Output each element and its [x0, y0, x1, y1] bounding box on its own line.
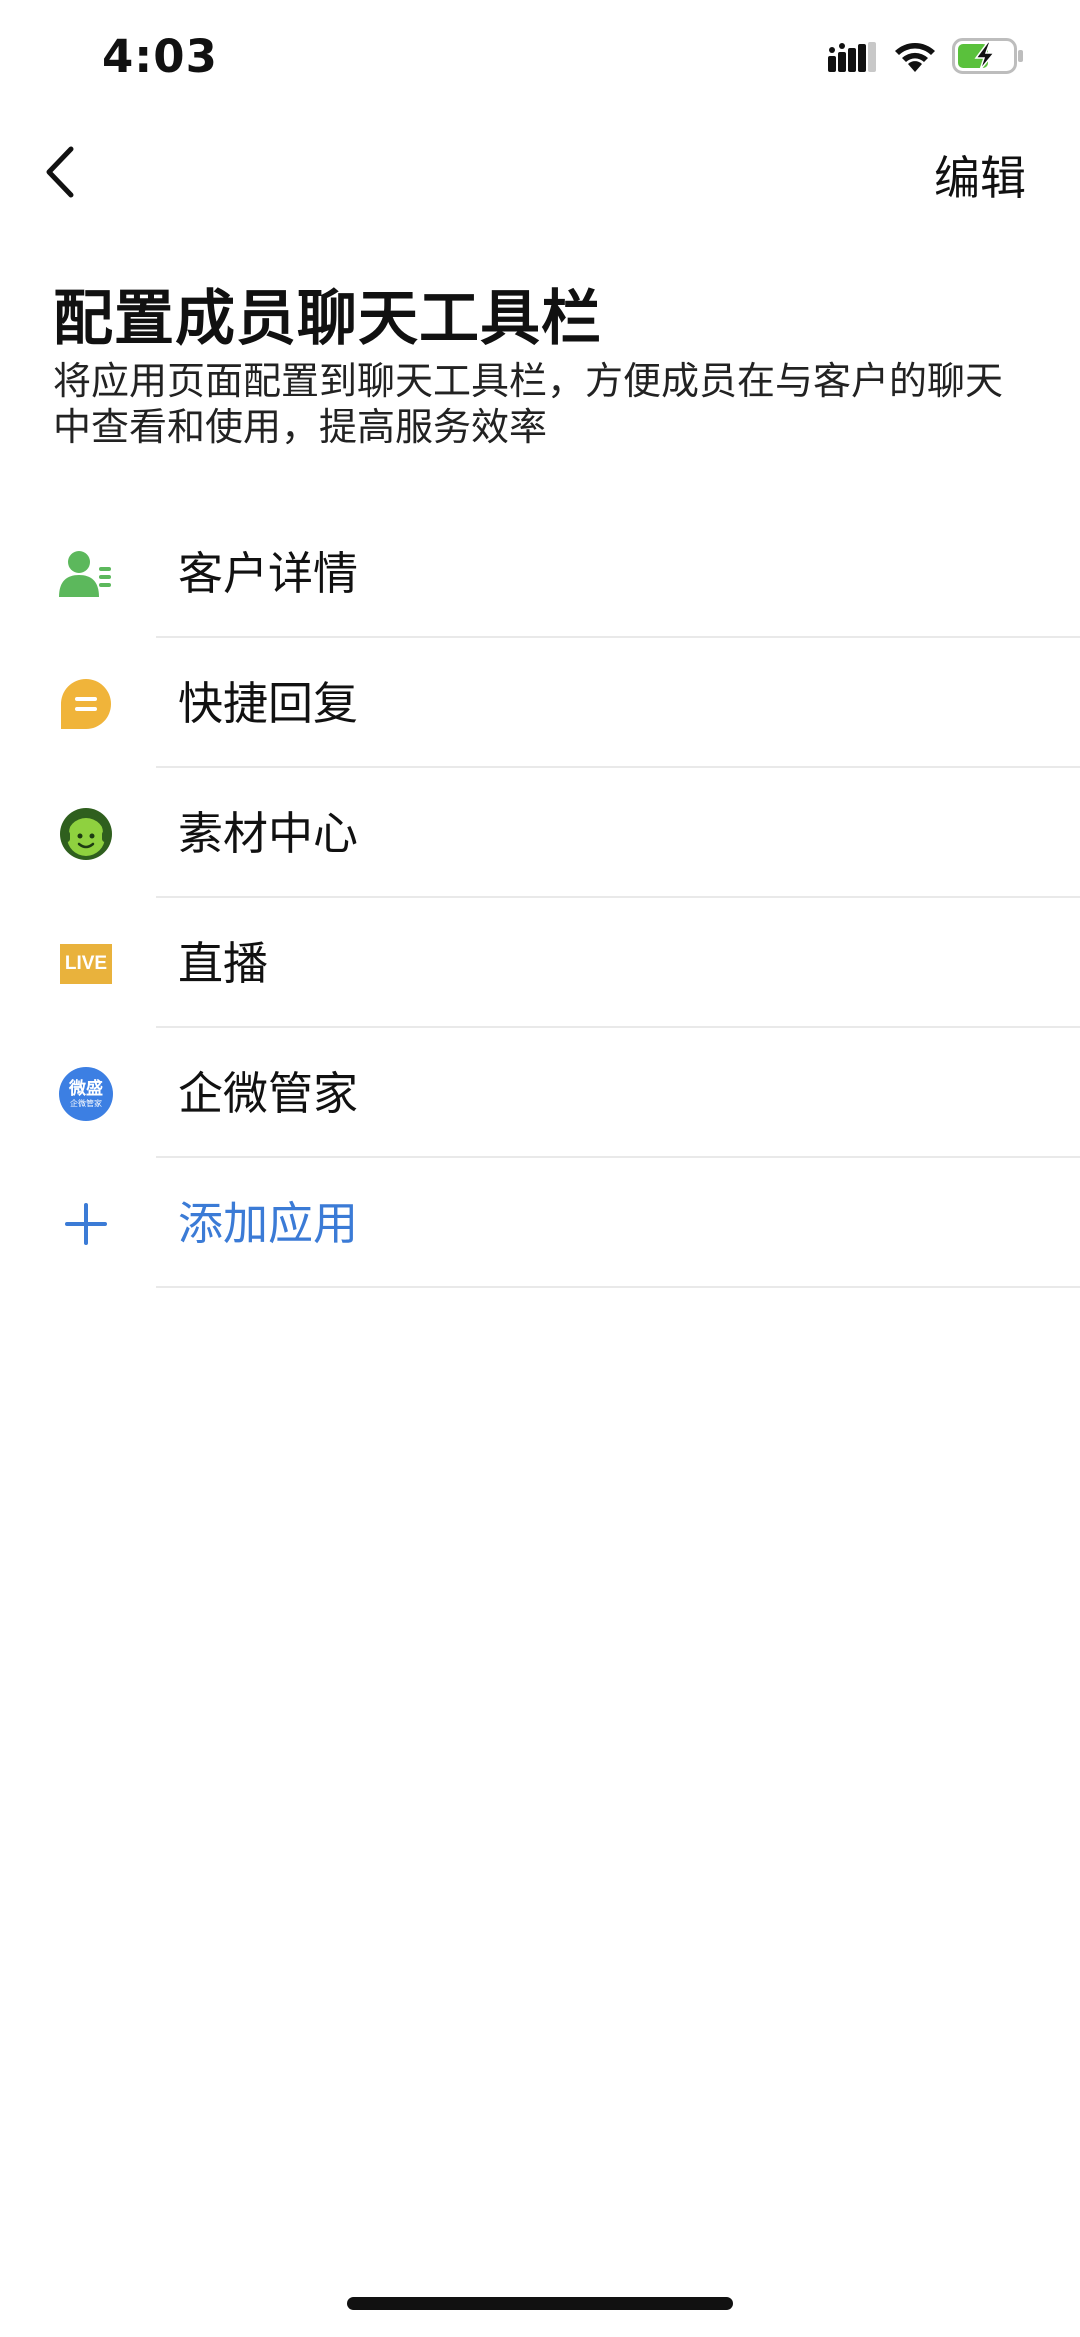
signal-icon: [828, 42, 876, 72]
weisheng-logo-subtext: 企微管家: [70, 1098, 102, 1108]
live-icon: LIVE: [58, 936, 114, 992]
list-item-customer-detail[interactable]: 客户详情: [0, 508, 1080, 638]
list-item-label: 快捷回复: [178, 677, 359, 730]
page-description: 将应用页面配置到聊天工具栏，方便成员在与客户的聊天中查看和使用，提高服务效率: [53, 359, 1004, 449]
add-app-label: 添加应用: [178, 1197, 359, 1250]
weisheng-logo-text: 微盛: [69, 1078, 103, 1099]
list-item-weisheng[interactable]: 微盛 企微管家 企微管家: [0, 1028, 1080, 1158]
edit-button[interactable]: 编辑: [934, 142, 1026, 208]
back-button[interactable]: [30, 140, 90, 204]
list-item-label: 企微管家: [178, 1067, 359, 1120]
weisheng-icon: 微盛 企微管家: [58, 1066, 114, 1122]
toolbar-app-list: 客户详情 快捷回复 素材中心 LIVE 直播 微盛 企微管家 企微管家 添加应用: [0, 508, 1080, 1288]
customer-detail-icon: [58, 546, 114, 602]
list-item-quick-reply[interactable]: 快捷回复: [0, 638, 1080, 768]
list-item-material-center[interactable]: 素材中心: [0, 768, 1080, 898]
live-badge-text: LIVE: [60, 944, 112, 984]
quick-reply-icon: [58, 676, 114, 732]
page-title: 配置成员聊天工具栏: [53, 284, 602, 354]
add-app-button[interactable]: 添加应用: [0, 1158, 1080, 1288]
plus-icon: [58, 1196, 114, 1252]
status-bar: 4:03: [0, 0, 1080, 120]
wifi-icon: [895, 43, 935, 72]
list-item-label: 客户详情: [178, 547, 359, 600]
list-item-label: 直播: [178, 937, 269, 990]
weisheng-logo: 微盛 企微管家: [59, 1067, 113, 1121]
material-center-icon: [58, 806, 114, 862]
chevron-left-icon: [46, 146, 74, 198]
divider: [156, 1286, 1080, 1288]
list-item-label: 素材中心: [178, 807, 359, 860]
screen: 4:03 编辑 配置成员聊天工具栏 将应用页面配置到聊天工具栏，方便成员在与客户…: [0, 0, 1080, 2337]
battery-charging-icon: [952, 38, 1023, 74]
status-time: 4:03: [102, 30, 218, 83]
home-indicator[interactable]: [347, 2297, 733, 2310]
list-item-live[interactable]: LIVE 直播: [0, 898, 1080, 1028]
